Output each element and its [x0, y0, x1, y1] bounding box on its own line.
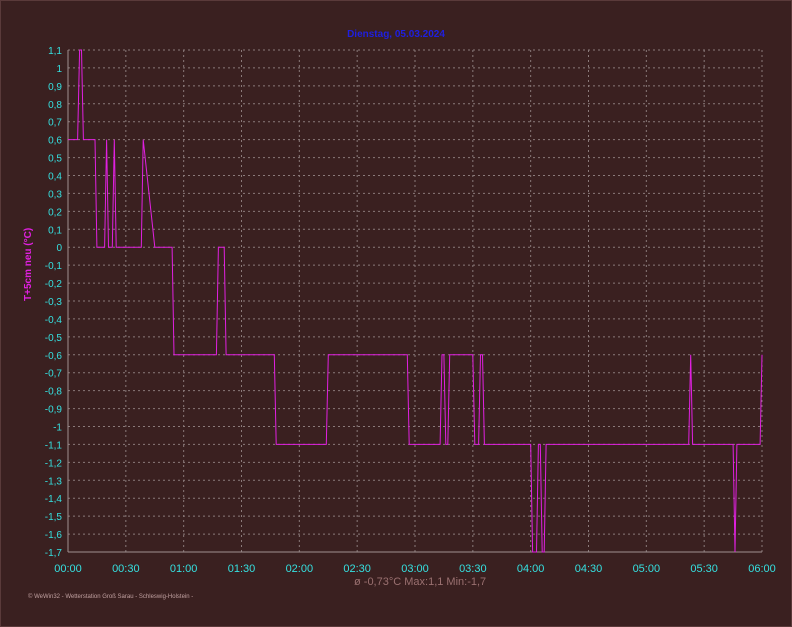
temperature-chart: 1,1 1 0,9 0,8 0,7 0,6 0,5 0,4 0,3 0,2 0,1 0 -0,1 -0,2…: [45, 46, 776, 575]
y-tick-label: 0,3: [48, 189, 62, 200]
y-tick-label: 1: [56, 64, 62, 75]
chart-stats: ø -0,73°C Max:1,1 Min:-1,7: [354, 576, 487, 588]
chart-frame: Dienstag, 05.03.2024 1,1 1 0,9 0,8 0,7 0,6 0,5…: [0, 0, 792, 627]
y-tick-label: -0,1: [45, 261, 63, 272]
y-tick-label: 0,7: [48, 118, 62, 129]
y-tick-label: 0,5: [48, 154, 62, 165]
x-tick-label: 04:30: [575, 563, 603, 575]
y-tick-label: -0,9: [45, 405, 63, 416]
y-tick-label: -1,3: [45, 476, 63, 487]
y-tick-label: 0: [56, 243, 62, 254]
x-tick-label: 00:30: [112, 563, 140, 575]
x-tick-label: 04:00: [517, 563, 545, 575]
y-tick-label: -1,7: [45, 548, 63, 559]
y-tick-label: -0,2: [45, 279, 63, 290]
y-tick-label: -1,6: [45, 530, 63, 541]
y-tick-label: 0,6: [48, 136, 62, 147]
x-tick-label: 03:30: [459, 563, 487, 575]
x-tick-label: 03:00: [401, 563, 429, 575]
y-tick-label: 0,8: [48, 100, 62, 111]
x-tick-label: 01:00: [170, 563, 198, 575]
y-tick-label: 0,2: [48, 207, 62, 218]
y-axis-label: T+5cm neu (°C): [23, 227, 34, 301]
y-tick-label: -1,1: [45, 440, 63, 451]
y-tick-label: 0,9: [48, 82, 62, 93]
y-tick-label: 0,1: [48, 225, 62, 236]
y-tick-label: -1,5: [45, 512, 63, 523]
y-tick-label: 1,1: [48, 46, 62, 57]
y-tick-label: -1,4: [45, 494, 63, 505]
x-tick-label: 02:00: [286, 563, 314, 575]
y-tick-label: -0,3: [45, 297, 63, 308]
y-tick-label: -0,8: [45, 387, 63, 398]
x-tick-label: 05:00: [633, 563, 661, 575]
y-tick-label: -0,5: [45, 333, 63, 344]
x-tick-label: 00:00: [54, 563, 82, 575]
y-tick-label: -0,6: [45, 351, 63, 362]
x-tick-label: 02:30: [343, 563, 371, 575]
y-tick-label: -1: [53, 423, 62, 434]
y-tick-label: -1,2: [45, 458, 63, 469]
x-tick-label: 05:30: [690, 563, 718, 575]
x-tick-label: 01:30: [228, 563, 256, 575]
y-tick-label: 0,4: [48, 172, 62, 183]
y-tick-label: -0,7: [45, 369, 63, 380]
y-tick-label: -0,4: [45, 315, 63, 326]
footer-credit: © WeWin32 - Wetterstation Groß Sarau - S…: [28, 594, 194, 600]
x-tick-label: 06:00: [748, 563, 776, 575]
